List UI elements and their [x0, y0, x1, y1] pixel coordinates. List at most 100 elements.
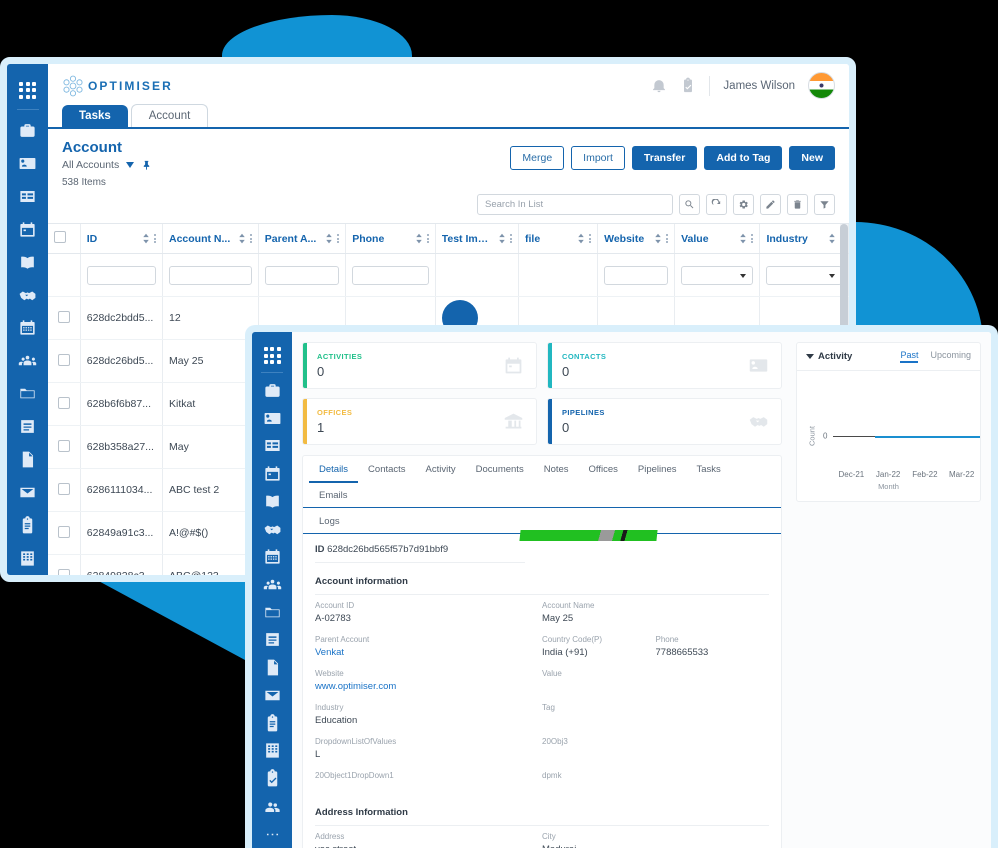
column-filter-input[interactable] — [86, 265, 156, 285]
sidebar-item-folder[interactable] — [252, 598, 292, 626]
row-checkbox[interactable] — [57, 396, 70, 409]
sidebar-item-building[interactable] — [8, 542, 48, 575]
column-header-phone[interactable]: Phone — [345, 224, 436, 254]
column-menu-icon[interactable] — [249, 234, 252, 243]
sidebar-item-document-lines[interactable] — [8, 410, 48, 443]
kpi-card-pipelines[interactable]: PIPELINES 0 — [547, 398, 782, 445]
column-filter-input[interactable] — [604, 265, 669, 285]
column-menu-icon[interactable] — [751, 234, 754, 243]
activity-toggle-upcoming[interactable]: Upcoming — [930, 350, 971, 363]
activity-toggle-past[interactable]: Past — [900, 350, 919, 363]
row-checkbox[interactable] — [57, 439, 70, 452]
detail-tab-documents[interactable]: Documents — [466, 456, 534, 482]
column-filter-input[interactable] — [264, 265, 340, 285]
search-input[interactable]: Search In List — [477, 194, 673, 215]
sort-icon[interactable] — [739, 233, 747, 244]
chevron-down-icon[interactable] — [806, 354, 814, 359]
pin-icon[interactable] — [141, 159, 152, 171]
row-checkbox[interactable] — [57, 353, 70, 366]
sidebar-item-task-check[interactable] — [252, 765, 292, 793]
sidebar-item-file[interactable] — [8, 443, 48, 476]
sidebar-item-document-lines[interactable] — [252, 626, 292, 654]
row-checkbox-cell[interactable] — [48, 425, 81, 469]
column-menu-icon[interactable] — [666, 234, 669, 243]
column-filter-input[interactable] — [169, 265, 252, 285]
import-button[interactable]: Import — [571, 146, 625, 170]
refresh-button[interactable] — [706, 194, 727, 215]
kpi-card-activities[interactable]: ACTIVITIES 0 — [302, 342, 537, 389]
activity-chart-title-wrap[interactable]: Activity — [806, 351, 852, 362]
row-checkbox-cell[interactable] — [48, 339, 81, 383]
sort-icon[interactable] — [142, 233, 150, 244]
row-checkbox[interactable] — [57, 482, 70, 495]
sidebar-item-table[interactable] — [252, 432, 292, 460]
detail-tab-notes[interactable]: Notes — [534, 456, 579, 482]
row-checkbox[interactable] — [57, 568, 70, 575]
app-logo[interactable]: OPTIMISER — [60, 73, 173, 99]
avatar[interactable] — [808, 72, 835, 99]
column-menu-icon[interactable] — [509, 234, 512, 243]
sidebar-item-handshake[interactable] — [252, 515, 292, 543]
row-checkbox-cell[interactable] — [48, 554, 81, 575]
sort-icon[interactable] — [238, 233, 246, 244]
column-header-id[interactable]: ID — [80, 224, 164, 254]
tab-tasks[interactable]: Tasks — [62, 105, 128, 127]
sidebar-item-contact-card[interactable] — [252, 404, 292, 432]
column-filter-input[interactable] — [352, 265, 429, 285]
settings-button[interactable] — [733, 194, 754, 215]
sidebar-item-building[interactable] — [252, 737, 292, 765]
sidebar-item-people[interactable] — [252, 571, 292, 599]
back-window-tabstrip[interactable]: Tasks Account — [48, 104, 849, 129]
column-header-file[interactable]: file — [518, 224, 599, 254]
sidebar-item-envelope[interactable] — [252, 682, 292, 710]
sidebar-item-clipboard[interactable] — [252, 709, 292, 737]
activity-range-toggle[interactable]: Past Upcoming — [900, 350, 971, 363]
detail-tab-contacts[interactable]: Contacts — [358, 456, 416, 482]
column-menu-icon[interactable] — [337, 234, 340, 243]
detail-tab-emails[interactable]: Emails — [309, 482, 358, 507]
sidebar-item-more[interactable] — [252, 820, 292, 848]
sidebar-item-handshake[interactable] — [8, 279, 48, 312]
column-header-test-image[interactable]: Test Image — [435, 224, 519, 254]
sort-icon[interactable] — [415, 233, 423, 244]
sidebar-item-file[interactable] — [252, 654, 292, 682]
sidebar-item-briefcase[interactable] — [252, 377, 292, 405]
detail-tab-details[interactable]: Details — [309, 456, 359, 483]
detail-tab-offices[interactable]: Offices — [579, 456, 628, 482]
sidebar-item-calendar-grid[interactable] — [252, 543, 292, 571]
column-menu-icon[interactable] — [589, 234, 592, 243]
column-header-value[interactable]: Value — [674, 224, 761, 254]
tab-account[interactable]: Account — [130, 104, 209, 127]
row-checkbox-cell[interactable] — [48, 468, 81, 512]
sidebar-item-calendar[interactable] — [252, 460, 292, 488]
new-button[interactable]: New — [789, 146, 835, 170]
select-all-header[interactable] — [48, 224, 81, 254]
detail-tab-pipelines[interactable]: Pipelines — [628, 456, 687, 482]
sidebar-item-folder[interactable] — [8, 377, 48, 410]
column-menu-icon[interactable] — [426, 234, 429, 243]
list-action-buttons[interactable]: Merge Import Transfer Add to Tag New — [510, 146, 835, 170]
column-header-industry[interactable]: Industry — [759, 224, 849, 254]
row-checkbox-cell[interactable] — [48, 296, 81, 340]
search-icon-button[interactable] — [679, 194, 700, 215]
sidebar-item-contact-card[interactable] — [8, 147, 48, 180]
detail-tab-activity[interactable]: Activity — [416, 456, 466, 482]
sidebar-item-book[interactable] — [252, 487, 292, 515]
sidebar-item-briefcase[interactable] — [8, 114, 48, 147]
detail-tabs-row-1[interactable]: Details Contacts Activity Documents Notes Off… — [303, 456, 781, 508]
detail-tab-tasks[interactable]: Tasks — [686, 456, 730, 482]
filter-button[interactable] — [814, 194, 835, 215]
sidebar-item-envelope[interactable] — [8, 476, 48, 509]
merge-button[interactable]: Merge — [510, 146, 565, 170]
back-window-sidebar[interactable] — [7, 64, 48, 575]
detail-tab-logs[interactable]: Logs — [309, 508, 350, 533]
sort-icon[interactable] — [654, 233, 662, 244]
row-checkbox[interactable] — [57, 525, 70, 538]
sidebar-item-calendar-grid[interactable] — [8, 311, 48, 344]
column-filter-select[interactable] — [766, 265, 842, 285]
row-checkbox[interactable] — [57, 310, 70, 323]
column-header-parent-a[interactable]: Parent A... — [258, 224, 347, 254]
column-filter-select[interactable] — [681, 265, 754, 285]
sidebar-item-people[interactable] — [8, 344, 48, 377]
kpi-card-offices[interactable]: OFFICES 1 — [302, 398, 537, 445]
